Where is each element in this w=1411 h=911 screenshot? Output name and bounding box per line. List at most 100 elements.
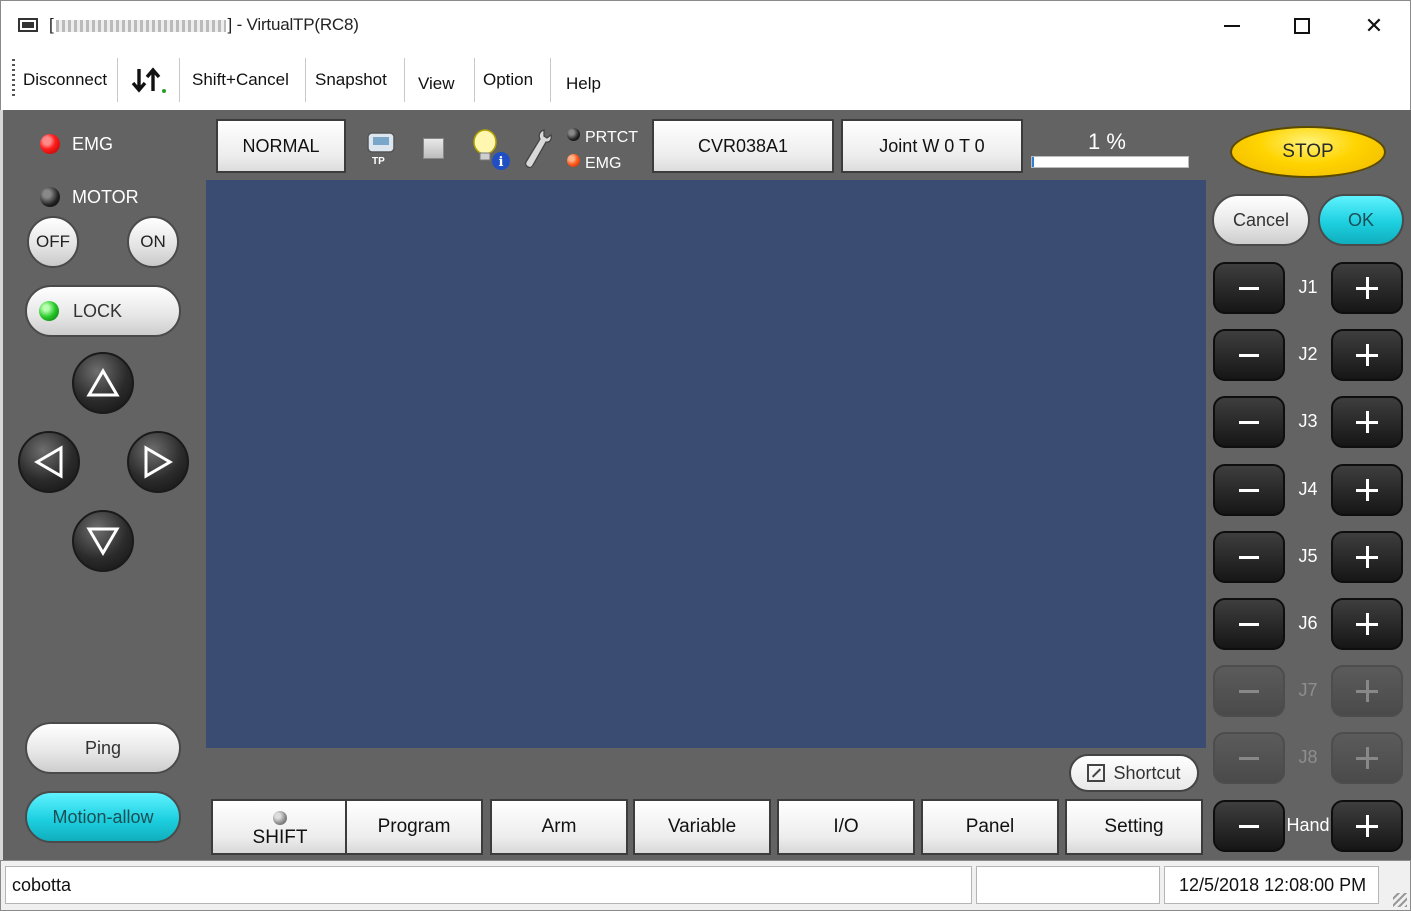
jog-up-button[interactable] [72, 352, 134, 414]
jog-minus-j5[interactable] [1213, 531, 1285, 583]
menu-separator [404, 58, 405, 102]
jog-plus-j7[interactable] [1331, 665, 1403, 717]
plus-icon [1356, 546, 1378, 568]
joint-label-j2: J2 [1298, 344, 1318, 364]
triangle-right-icon [144, 445, 173, 479]
menu-shift-cancel[interactable]: Shift+Cancel [192, 50, 289, 110]
tab-panel[interactable]: Panel [921, 799, 1059, 855]
prtct-led-icon [567, 128, 580, 141]
joint-label-j6: J6 [1298, 613, 1318, 633]
jog-minus-j2[interactable] [1213, 329, 1285, 381]
title-prefix: [ [49, 15, 54, 34]
joint-label-j3: J3 [1298, 411, 1318, 431]
robot-type-button[interactable]: CVR038A1 [652, 119, 834, 173]
menu-separator [305, 58, 306, 102]
title-suffix: ] - VirtualTP(RC8) [227, 15, 359, 34]
app-icon [18, 18, 38, 32]
plus-icon [1356, 277, 1378, 299]
jog-plus-hand[interactable] [1331, 800, 1403, 852]
window-title: [ ] - VirtualTP(RC8) [49, 15, 359, 35]
maximize-icon [1294, 18, 1310, 34]
jog-plus-j6[interactable] [1331, 598, 1403, 650]
plus-icon [1356, 411, 1378, 433]
stop-button[interactable]: STOP [1230, 126, 1386, 178]
motor-off-button[interactable]: OFF [27, 216, 79, 268]
minimize-button[interactable] [1197, 1, 1267, 51]
speed-text: 1 % [1088, 129, 1126, 154]
jog-plus-j4[interactable] [1331, 464, 1403, 516]
menu-separator [474, 58, 475, 102]
resize-grip[interactable] [1393, 893, 1407, 907]
jog-down-button[interactable] [72, 510, 134, 572]
shortcut-label: Shortcut [1113, 762, 1181, 783]
jog-minus-j6[interactable] [1213, 598, 1285, 650]
coordinate-button[interactable]: Joint W 0 T 0 [841, 119, 1023, 173]
tab-io[interactable]: I/O [777, 799, 915, 855]
plus-icon [1356, 479, 1378, 501]
menu-snapshot[interactable]: Snapshot [315, 50, 387, 110]
lock-button[interactable]: LOCK [25, 285, 181, 337]
jog-plus-j5[interactable] [1331, 531, 1403, 583]
jog-minus-hand[interactable] [1213, 800, 1285, 852]
menu-view[interactable]: View [418, 54, 455, 114]
jog-plus-j1[interactable] [1331, 262, 1403, 314]
mode-normal-button[interactable]: NORMAL [216, 119, 346, 173]
jog-plus-j3[interactable] [1331, 396, 1403, 448]
status-middle [976, 866, 1160, 904]
plus-icon [1356, 815, 1378, 837]
motor-on-button[interactable]: ON [127, 216, 179, 268]
status-user: cobotta [5, 866, 972, 904]
minus-icon [1239, 689, 1259, 693]
shortcut-button[interactable]: Shortcut [1069, 754, 1199, 792]
ping-button[interactable]: Ping [25, 722, 181, 774]
plus-icon [1356, 680, 1378, 702]
toolbar-grip[interactable] [12, 59, 15, 99]
shift-button[interactable]: SHIFT [211, 799, 349, 855]
status-bar: cobotta 12/5/2018 12:08:00 PM [0, 860, 1411, 911]
jog-plus-j8[interactable] [1331, 732, 1403, 784]
close-icon: ✕ [1364, 13, 1384, 38]
cancel-button[interactable]: Cancel [1212, 194, 1310, 246]
speed-progress-fill [1032, 157, 1034, 167]
menu-bar: Disconnect Shift+Cancel Snapshot View Op… [0, 50, 1411, 110]
triangle-down-icon [86, 527, 120, 556]
tab-variable[interactable]: Variable [633, 799, 771, 855]
joint-label-hand: Hand [1286, 815, 1330, 835]
jog-right-button[interactable] [127, 431, 189, 493]
joint-label-j1: J1 [1298, 277, 1318, 297]
triangle-up-icon [86, 368, 120, 397]
stop-square-icon [423, 138, 444, 159]
minus-icon [1239, 622, 1259, 626]
jog-minus-j3[interactable] [1213, 396, 1285, 448]
jog-plus-j2[interactable] [1331, 329, 1403, 381]
minus-icon [1239, 353, 1259, 357]
shift-led-icon [273, 811, 287, 825]
lightbulb-info-icon: i [473, 129, 510, 170]
shift-label: SHIFT [252, 827, 308, 848]
menu-help[interactable]: Help [566, 54, 601, 114]
tab-program[interactable]: Program [345, 799, 483, 855]
motor-led-icon [40, 187, 60, 207]
redacted-host-text [55, 19, 226, 32]
jog-minus-j7[interactable] [1213, 665, 1285, 717]
menu-option[interactable]: Option [483, 50, 533, 110]
content-canvas[interactable] [206, 180, 1206, 748]
tp-label: TP [372, 156, 385, 167]
lock-label: LOCK [73, 300, 123, 321]
jog-minus-j1[interactable] [1213, 262, 1285, 314]
maximize-button[interactable] [1267, 1, 1337, 51]
emg-led-icon [40, 134, 60, 154]
menu-updown[interactable] [131, 50, 169, 110]
jog-minus-j8[interactable] [1213, 732, 1285, 784]
jog-minus-j4[interactable] [1213, 464, 1285, 516]
jog-left-button[interactable] [18, 431, 80, 493]
close-button[interactable]: ✕ [1339, 1, 1409, 51]
ok-button[interactable]: OK [1318, 194, 1404, 246]
menu-disconnect[interactable]: Disconnect [23, 50, 107, 110]
tab-setting[interactable]: Setting [1065, 799, 1203, 855]
tab-arm[interactable]: Arm [490, 799, 628, 855]
minus-icon [1239, 824, 1259, 828]
motion-allow-button[interactable]: Motion-allow [25, 791, 181, 843]
speed-progress-bar [1031, 156, 1189, 168]
title-bar: [ ] - VirtualTP(RC8) ✕ [0, 0, 1411, 50]
